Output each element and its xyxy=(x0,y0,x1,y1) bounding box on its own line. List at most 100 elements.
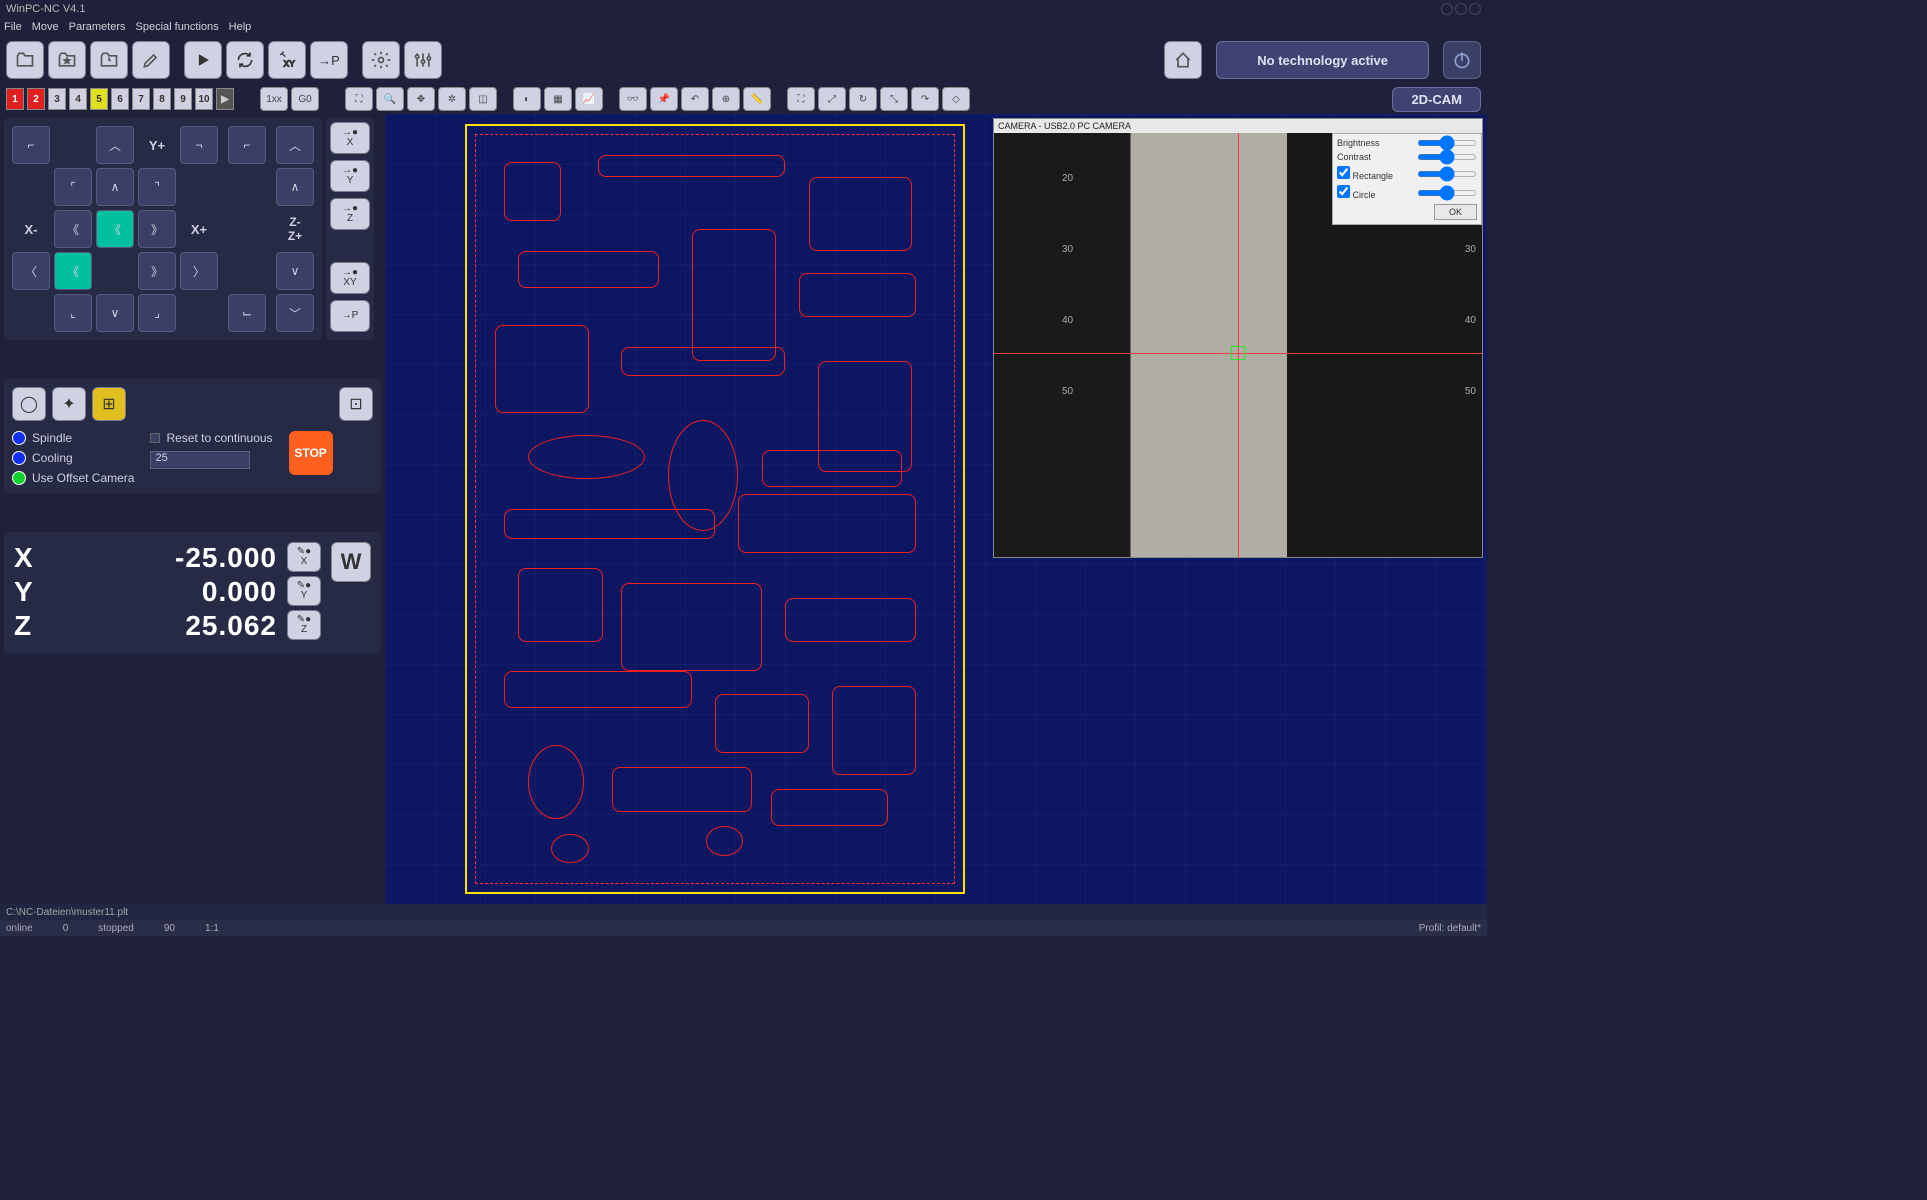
rectangle-checkbox[interactable]: Rectangle xyxy=(1337,166,1393,181)
undo-button[interactable]: ↶ xyxy=(681,87,709,111)
jog-zplus[interactable]: ∨ xyxy=(276,252,314,290)
camera-ok-button[interactable]: OK xyxy=(1434,204,1477,220)
favorite-folder-button[interactable] xyxy=(48,41,86,79)
feed-g0[interactable]: G0 xyxy=(291,87,319,111)
settings-gear-button[interactable] xyxy=(362,41,400,79)
jog-se-corner[interactable]: ⌙ xyxy=(228,294,266,332)
transform-button[interactable]: ◇ xyxy=(942,87,970,111)
jog-yplus-fast[interactable]: ︿ xyxy=(96,126,134,164)
reset-checkbox[interactable] xyxy=(150,433,160,443)
play-button[interactable] xyxy=(184,41,222,79)
workspace-button[interactable]: W xyxy=(331,542,371,582)
goto-p-button[interactable]: →P xyxy=(310,41,348,79)
tool-6[interactable]: 6 xyxy=(111,88,129,110)
circle-checkbox[interactable]: Circle xyxy=(1337,185,1376,200)
rectangle-slider[interactable] xyxy=(1417,171,1477,177)
canvas-view[interactable]: CAMERA - USB2.0 PC CAMERA Settings 20304… xyxy=(385,114,1487,904)
probe-point-button[interactable]: ✦ xyxy=(52,387,86,421)
jog-xplus[interactable]: 》 xyxy=(138,210,176,248)
reload-folder-button[interactable] xyxy=(90,41,128,79)
view-3d-button[interactable]: ◫ xyxy=(469,87,497,111)
stop-button[interactable]: STOP xyxy=(289,431,333,475)
open-folder-button[interactable] xyxy=(6,41,44,79)
power-button[interactable] xyxy=(1443,41,1481,79)
tool-1[interactable]: 1 xyxy=(6,88,24,110)
home-button[interactable] xyxy=(1164,41,1202,79)
camera-window[interactable]: CAMERA - USB2.0 PC CAMERA Settings 20304… xyxy=(993,118,1483,558)
pin-button[interactable]: 📌 xyxy=(650,87,678,111)
zoom-100-button[interactable]: ⤡ xyxy=(880,87,908,111)
tool-8[interactable]: 8 xyxy=(153,88,171,110)
close-icon[interactable] xyxy=(1469,3,1481,15)
jog-center[interactable]: 《 xyxy=(96,210,134,248)
goto-p-axis-button[interactable]: →P xyxy=(330,300,370,332)
minimize-icon[interactable] xyxy=(1441,3,1453,15)
pan-button[interactable]: ✥ xyxy=(407,87,435,111)
menu-parameters[interactable]: Parameters xyxy=(69,21,126,33)
jog-yplus[interactable]: ∧ xyxy=(96,168,134,206)
jog-xminus[interactable]: 《 xyxy=(54,210,92,248)
tool-2[interactable]: 2 xyxy=(27,88,45,110)
jog-zplus-fast[interactable]: ﹀ xyxy=(276,294,314,332)
feed-1xx[interactable]: 1xx xyxy=(260,87,288,111)
circle-slider[interactable] xyxy=(1417,190,1477,196)
tool-10[interactable]: 10 xyxy=(195,88,213,110)
goto-xy-button[interactable]: XY xyxy=(268,41,306,79)
feed-select[interactable]: 25 xyxy=(150,451,250,469)
edit-button[interactable] xyxy=(132,41,170,79)
jog-xminus-fast[interactable]: 《 xyxy=(54,252,92,290)
glasses-button[interactable]: 👓 xyxy=(619,87,647,111)
zero-xy-button[interactable]: →●XY xyxy=(330,262,370,294)
target-button[interactable]: ⊕ xyxy=(712,87,740,111)
zoom-button[interactable]: 🔍 xyxy=(376,87,404,111)
jog-se[interactable]: ⌟ xyxy=(138,294,176,332)
set-origin-button[interactable]: ⊡ xyxy=(339,387,373,421)
probe-grid-button[interactable]: ⊞ xyxy=(92,387,126,421)
jog-nw-corner[interactable]: ⌐ xyxy=(12,126,50,164)
set-x-button[interactable]: ✎●X xyxy=(287,542,321,572)
ruler-button[interactable]: 📏 xyxy=(743,87,771,111)
contrast-button[interactable]: ◐ xyxy=(513,87,541,111)
brightness-slider[interactable] xyxy=(1417,140,1477,146)
graph-button[interactable]: 📈 xyxy=(575,87,603,111)
jog-xminus-slow[interactable]: 〈 xyxy=(12,252,50,290)
jog-sw-corner[interactable]: ⌐ xyxy=(228,126,266,164)
menu-move[interactable]: Move xyxy=(32,21,59,33)
jog-nw[interactable]: ⌜ xyxy=(54,168,92,206)
menu-special[interactable]: Special functions xyxy=(136,21,219,33)
grid-button[interactable]: ▦ xyxy=(544,87,572,111)
zero-z-button[interactable]: →●Z xyxy=(330,198,370,230)
tool-9[interactable]: 9 xyxy=(174,88,192,110)
jog-ne-corner[interactable]: ¬ xyxy=(180,126,218,164)
jog-zminus-fast[interactable]: ︿ xyxy=(276,126,314,164)
redo-button[interactable]: ↷ xyxy=(911,87,939,111)
jog-sw[interactable]: ⌞ xyxy=(54,294,92,332)
set-z-button[interactable]: ✎●Z xyxy=(287,610,321,640)
jog-ne[interactable]: ⌝ xyxy=(138,168,176,206)
tool-4[interactable]: 4 xyxy=(69,88,87,110)
tool-7[interactable]: 7 xyxy=(132,88,150,110)
jog-xplus-fast[interactable]: 》 xyxy=(138,252,176,290)
jog-xplus-slow[interactable]: 〉 xyxy=(180,252,218,290)
probe-circle-button[interactable]: ◯ xyxy=(12,387,46,421)
zoom-all-button[interactable]: ⤢ xyxy=(818,87,846,111)
cam-button[interactable]: 2D-CAM xyxy=(1392,87,1481,112)
menu-help[interactable]: Help xyxy=(229,21,252,33)
set-y-button[interactable]: ✎●Y xyxy=(287,576,321,606)
tool-5[interactable]: 5 xyxy=(90,88,108,110)
menu-file[interactable]: File xyxy=(4,21,22,33)
maximize-icon[interactable] xyxy=(1455,3,1467,15)
contrast-slider[interactable] xyxy=(1417,154,1477,160)
jog-zminus[interactable]: ∧ xyxy=(276,168,314,206)
view-atom-button[interactable]: ✲ xyxy=(438,87,466,111)
jog-yminus[interactable]: ∨ xyxy=(96,294,134,332)
sliders-button[interactable] xyxy=(404,41,442,79)
fit-view-button[interactable]: ⛶ xyxy=(345,87,373,111)
zoom-area-button[interactable]: ⛶ xyxy=(787,87,815,111)
tool-next[interactable]: ▶ xyxy=(216,88,234,110)
refresh-button[interactable] xyxy=(226,41,264,79)
tool-3[interactable]: 3 xyxy=(48,88,66,110)
rotate-90-button[interactable]: ↻ xyxy=(849,87,877,111)
zero-x-button[interactable]: →●X xyxy=(330,122,370,154)
zero-y-button[interactable]: →●Y xyxy=(330,160,370,192)
